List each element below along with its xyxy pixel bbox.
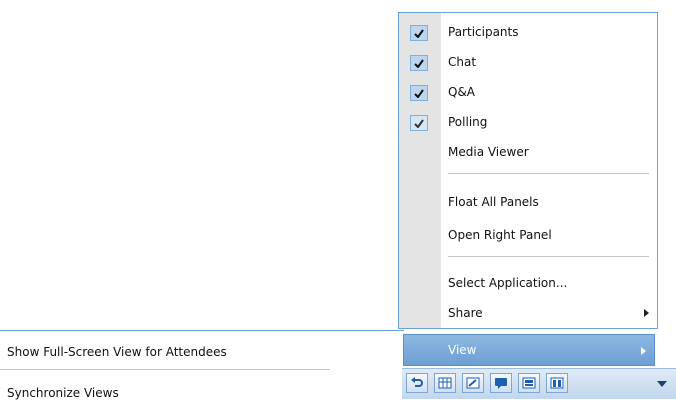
annotation-icon[interactable] xyxy=(462,373,484,393)
dropdown-arrow-icon[interactable] xyxy=(652,375,672,393)
menu-item-label: Media Viewer xyxy=(448,145,529,159)
menu-item-label: Polling xyxy=(448,115,488,129)
checkmark-icon xyxy=(410,115,428,131)
menu-item-label: Open Right Panel xyxy=(448,228,552,242)
menu-item-select-application[interactable]: Select Application... xyxy=(399,269,657,299)
panels-icon[interactable] xyxy=(518,373,540,393)
menu-item-label: Q&A xyxy=(448,85,476,99)
menu-item-label: Chat xyxy=(448,55,477,69)
menu-item-label: Share xyxy=(448,306,483,320)
main-menu: Show Full-Screen View for Attendees Sync… xyxy=(0,330,404,409)
menu-separator xyxy=(448,173,649,174)
submenu-arrow-icon xyxy=(641,347,646,355)
menu-separator xyxy=(0,369,330,370)
menu-item-view[interactable]: View xyxy=(403,334,655,366)
view-submenu: Participants Chat Q&A Polling Media View… xyxy=(398,12,658,329)
submenu-arrow-icon xyxy=(644,309,649,317)
checkmark-icon xyxy=(410,85,428,101)
menu-border xyxy=(0,330,404,331)
toolbar xyxy=(402,368,676,399)
menu-item-synchronize-views[interactable]: Synchronize Views xyxy=(7,386,119,400)
menu-item-label: View xyxy=(448,343,477,357)
menu-item-participants[interactable]: Participants xyxy=(399,18,657,48)
menu-item-polling[interactable]: Polling xyxy=(399,108,657,138)
menu-item-media-viewer[interactable]: Media Viewer xyxy=(399,138,657,168)
menu-item-show-full-screen-view[interactable]: Show Full-Screen View for Attendees xyxy=(7,345,227,359)
menu-item-float-all-panels[interactable]: Float All Panels xyxy=(399,188,657,218)
menu-item-label: Participants xyxy=(448,25,519,39)
menu-item-qa[interactable]: Q&A xyxy=(399,78,657,108)
chat-bubble-icon[interactable] xyxy=(490,373,512,393)
menu-item-share[interactable]: Share xyxy=(399,299,657,329)
menu-item-label: Select Application... xyxy=(448,276,568,290)
menu-item-open-right-panel[interactable]: Open Right Panel xyxy=(399,221,657,251)
undo-arrow-icon[interactable] xyxy=(406,373,428,393)
menu-item-chat[interactable]: Chat xyxy=(399,48,657,78)
menu-item-label: Float All Panels xyxy=(448,195,539,209)
menu-separator xyxy=(448,256,649,257)
grid-icon[interactable] xyxy=(434,373,456,393)
columns-icon[interactable] xyxy=(546,373,568,393)
checkmark-icon xyxy=(410,25,428,41)
checkmark-icon xyxy=(410,55,428,71)
